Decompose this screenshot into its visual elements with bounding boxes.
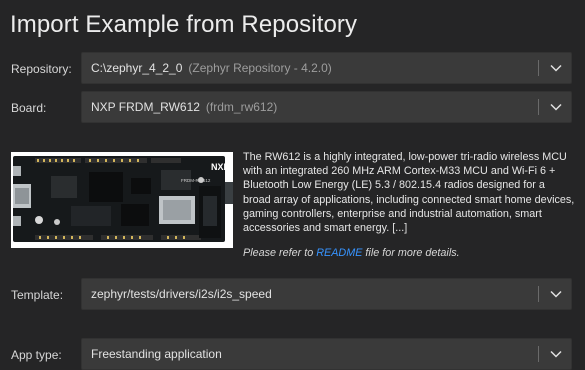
- dropdown-divider: [538, 346, 539, 362]
- chevron-down-icon[interactable]: [549, 101, 563, 113]
- dropdown-divider: [538, 60, 539, 76]
- board-value: NXP FRDM_RW612 (frdm_rw612): [91, 92, 277, 122]
- readme-note-prefix: Please refer to: [243, 247, 317, 259]
- board-photo: NXP FRDM-RW612: [11, 152, 233, 248]
- chevron-down-icon[interactable]: [549, 348, 563, 360]
- nxp-logo-text: NXP: [211, 162, 230, 172]
- repository-hint: (Zephyr Repository - 4.2.0): [188, 61, 332, 75]
- chevron-down-icon[interactable]: [549, 62, 563, 74]
- board-label: Board:: [11, 101, 47, 115]
- repository-label: Repository:: [11, 62, 72, 76]
- app-type-select[interactable]: Freestanding application: [81, 338, 572, 370]
- dropdown-divider: [538, 99, 539, 115]
- template-value: zephyr/tests/drivers/i2s/i2s_speed: [91, 287, 272, 301]
- board-hint: (frdm_rw612): [205, 100, 278, 114]
- chevron-down-icon[interactable]: [549, 288, 563, 300]
- app-type-label: App type:: [11, 348, 62, 362]
- dialog-title: Import Example from Repository: [10, 11, 358, 38]
- board-silkscreen-text: FRDM-RW612: [181, 178, 211, 183]
- board-select[interactable]: NXP FRDM_RW612 (frdm_rw612): [81, 91, 572, 123]
- board-description: The RW612 is a highly integrated, low-po…: [243, 151, 575, 235]
- readme-note-suffix: file for more details.: [362, 247, 460, 259]
- board-name: NXP FRDM_RW612: [91, 100, 200, 114]
- readme-note: Please refer to README file for more det…: [243, 246, 460, 260]
- repository-path: C:\zephyr_4_2_0: [91, 61, 183, 75]
- readme-link[interactable]: README: [316, 247, 362, 259]
- app-type-value: Freestanding application: [91, 347, 222, 361]
- template-label: Template:: [11, 288, 64, 302]
- repository-value: C:\zephyr_4_2_0 (Zephyr Repository - 4.2.…: [91, 53, 332, 83]
- template-select[interactable]: zephyr/tests/drivers/i2s/i2s_speed: [81, 278, 572, 310]
- repository-select[interactable]: C:\zephyr_4_2_0 (Zephyr Repository - 4.2.…: [81, 52, 572, 84]
- board-image: NXP FRDM-RW612: [11, 152, 233, 248]
- dropdown-divider: [538, 286, 539, 302]
